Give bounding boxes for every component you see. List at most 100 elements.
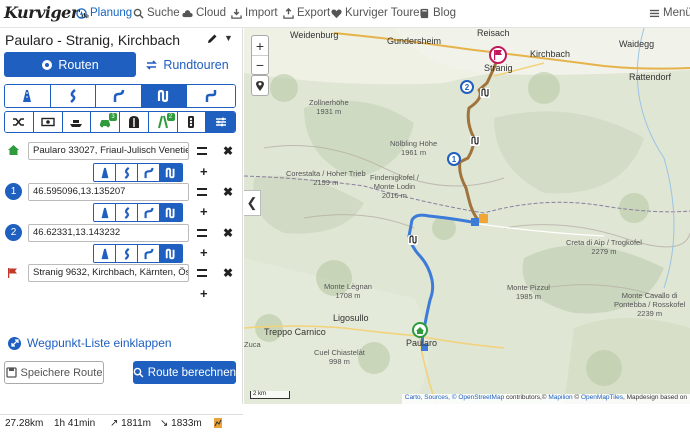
import-icon bbox=[231, 8, 242, 19]
attribution-sources-link[interactable]: Carto, Sources, © bbox=[405, 394, 459, 401]
waypoint-start-input[interactable]: Paularo 33027, Friaul-Julisch Venetien, … bbox=[28, 142, 189, 160]
heart-icon bbox=[331, 8, 342, 18]
add-waypoint-button[interactable]: + bbox=[200, 286, 208, 301]
curves-icon bbox=[144, 248, 153, 259]
curvier-route-option[interactable] bbox=[96, 85, 142, 107]
route-icon bbox=[42, 59, 53, 70]
fastest-route-option[interactable] bbox=[94, 204, 116, 221]
tab-rundtouren[interactable]: Rundtouren bbox=[137, 52, 237, 77]
route-options-dropdown[interactable]: ▼ bbox=[224, 33, 233, 43]
waypoint-2-input[interactable]: 46.62331,13.143232 bbox=[28, 224, 189, 242]
curvy-route-option[interactable] bbox=[116, 164, 138, 181]
curvier-route-option[interactable] bbox=[138, 204, 160, 221]
curve-icon bbox=[124, 247, 129, 260]
avoid-tunnel-option[interactable] bbox=[120, 112, 149, 132]
avoid-cars-option[interactable]: 3 bbox=[91, 112, 120, 132]
location-pin-button[interactable] bbox=[252, 76, 268, 95]
waypoint-1-input[interactable]: 46.595096,13.135207 bbox=[28, 183, 189, 201]
extra-curves-icon bbox=[165, 167, 175, 178]
map-label: Treppo Carnico bbox=[264, 327, 326, 337]
remove-waypoint-button[interactable]: ✖ bbox=[223, 226, 233, 240]
calculate-route-button[interactable]: Route berechnen bbox=[133, 361, 236, 384]
curviest-route-option[interactable] bbox=[141, 85, 188, 107]
zoom-in-button[interactable]: + bbox=[252, 36, 268, 55]
remove-waypoint-button[interactable]: ✖ bbox=[223, 266, 233, 280]
map-scale: 2 km bbox=[250, 391, 290, 399]
book-icon bbox=[420, 8, 429, 18]
nav-planung[interactable]: Planung bbox=[76, 7, 132, 19]
nav-import[interactable]: Import bbox=[231, 7, 278, 19]
pencil-icon[interactable] bbox=[206, 33, 218, 45]
save-route-button[interactable]: Speichere Route bbox=[4, 361, 104, 384]
search-icon bbox=[133, 8, 144, 19]
route-stats: 27.28km 1h 41min ↗ 1811m ↘ 1833m bbox=[0, 414, 243, 432]
waypoint-1-marker[interactable]: 1 bbox=[447, 152, 461, 166]
zoom-out-button[interactable]: − bbox=[252, 55, 268, 74]
osm-link[interactable]: OpenStreetMap bbox=[458, 394, 504, 401]
curviest-route-option[interactable] bbox=[160, 204, 182, 221]
map-view[interactable]: 2 1 Reisach Weidenburg Gundersheim Stran… bbox=[244, 28, 690, 404]
map-label: Zuca bbox=[244, 340, 261, 349]
curve-icon bbox=[70, 89, 76, 103]
locate-control bbox=[251, 75, 269, 96]
avoid-traffic-option[interactable] bbox=[177, 112, 207, 132]
drag-handle-icon[interactable] bbox=[197, 147, 207, 155]
custom-route-option[interactable] bbox=[187, 85, 235, 107]
route-settings-option[interactable] bbox=[206, 112, 235, 132]
mapilion-link[interactable]: Mapilion bbox=[548, 394, 572, 401]
elevation-profile-icon[interactable] bbox=[213, 417, 223, 432]
drag-handle-icon[interactable] bbox=[197, 269, 207, 277]
highway-icon bbox=[23, 90, 32, 102]
waypoint-end-input[interactable]: Stranig 9632, Kirchbach, Kärnten, Österr… bbox=[28, 264, 189, 282]
add-waypoint-button[interactable]: + bbox=[200, 164, 208, 179]
level-badge: 2 bbox=[166, 113, 175, 121]
nav-export[interactable]: Export bbox=[283, 7, 330, 19]
level-badge: 3 bbox=[109, 113, 117, 121]
curvier-route-option[interactable] bbox=[138, 164, 160, 181]
nav-suche[interactable]: Suche bbox=[133, 7, 180, 19]
nav-cloud[interactable]: Cloud bbox=[182, 7, 226, 19]
hamburger-icon bbox=[649, 9, 660, 17]
map-label: Weidenburg bbox=[290, 30, 339, 40]
zoom-control: + − bbox=[251, 35, 269, 75]
avoid-toll-option[interactable] bbox=[33, 112, 63, 132]
avoid-unpaved-option[interactable]: 2 bbox=[148, 112, 178, 132]
curves-icon bbox=[144, 207, 153, 218]
fastest-route-option[interactable] bbox=[94, 164, 116, 181]
collapse-icon bbox=[8, 336, 21, 350]
map-label: Zollnerhöhe 1931 m bbox=[309, 98, 349, 116]
compass-icon bbox=[76, 7, 87, 19]
remove-waypoint-button[interactable]: ✖ bbox=[223, 185, 233, 199]
avoid-options: 3 2 bbox=[4, 111, 236, 133]
remove-waypoint-button[interactable]: ✖ bbox=[223, 144, 233, 158]
curvy-route-option[interactable] bbox=[50, 85, 97, 107]
fastest-route-option[interactable] bbox=[5, 85, 51, 107]
distance-value: 27.28km bbox=[5, 418, 44, 429]
add-waypoint-button[interactable]: + bbox=[200, 204, 208, 219]
collapse-waypoint-list-link[interactable]: Wegpunkt-Liste einklappen bbox=[8, 336, 172, 350]
curviest-route-option[interactable] bbox=[160, 164, 182, 181]
add-waypoint-button[interactable]: + bbox=[200, 245, 208, 260]
nav-menu[interactable]: Menü bbox=[649, 7, 690, 19]
finish-flag-icon bbox=[4, 264, 22, 282]
curvy-route-option[interactable] bbox=[116, 245, 138, 262]
map-label: Nölbling Höhe 1961 m bbox=[390, 139, 438, 157]
curvier-route-option[interactable] bbox=[138, 245, 160, 262]
curviest-route-option[interactable] bbox=[160, 245, 182, 262]
shuffle-icon bbox=[12, 118, 24, 126]
waypoint-2-marker[interactable]: 2 bbox=[460, 80, 474, 94]
collapse-panel-button[interactable]: ❮ bbox=[244, 190, 261, 216]
ferry-icon bbox=[70, 120, 83, 127]
nav-blog[interactable]: Blog bbox=[419, 7, 456, 19]
curvy-route-option[interactable] bbox=[116, 204, 138, 221]
shuffle-option[interactable] bbox=[5, 112, 34, 132]
openmaptiles-link[interactable]: OpenMapTiles bbox=[581, 394, 623, 401]
tab-routen[interactable]: Routen bbox=[4, 52, 136, 77]
avoid-ferry-option[interactable] bbox=[62, 112, 92, 132]
route-title[interactable]: Paularo - Stranig, Kirchbach bbox=[5, 32, 180, 48]
fastest-route-option[interactable] bbox=[94, 245, 116, 262]
drag-handle-icon[interactable] bbox=[197, 229, 207, 237]
drag-handle-icon[interactable] bbox=[197, 188, 207, 196]
ascent-value: ↗ 1811m bbox=[110, 418, 151, 429]
nav-kurviger-tourer[interactable]: Kurviger Tourer bbox=[331, 7, 423, 19]
